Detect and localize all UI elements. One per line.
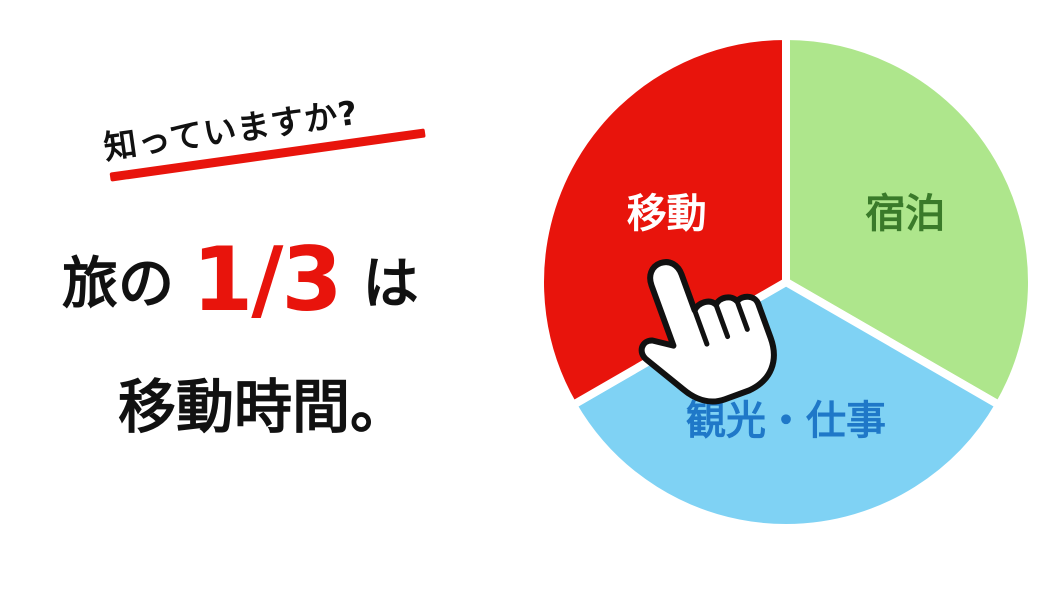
headline-suffix: は xyxy=(362,252,419,317)
pie-chart: 宿泊観光・仕事 移動 xyxy=(536,31,1036,532)
headline-prefix: 旅の xyxy=(62,252,174,317)
pie-label-0: 宿泊 xyxy=(865,191,945,237)
pie-label-1: 観光・仕事 xyxy=(686,398,886,444)
headline-fraction: 1/3 xyxy=(192,228,343,331)
pie-label-2: 移動 xyxy=(627,191,707,237)
pie-slices xyxy=(536,31,1036,532)
headline-line-1: 旅の 1/3 は xyxy=(62,228,419,338)
headline-panel: 知っていますか? 旅の 1/3 は 移動時間。 xyxy=(0,0,520,596)
kicker-group: 知っていますか? xyxy=(93,53,446,219)
headline-line-2: 移動時間。 xyxy=(118,373,409,441)
